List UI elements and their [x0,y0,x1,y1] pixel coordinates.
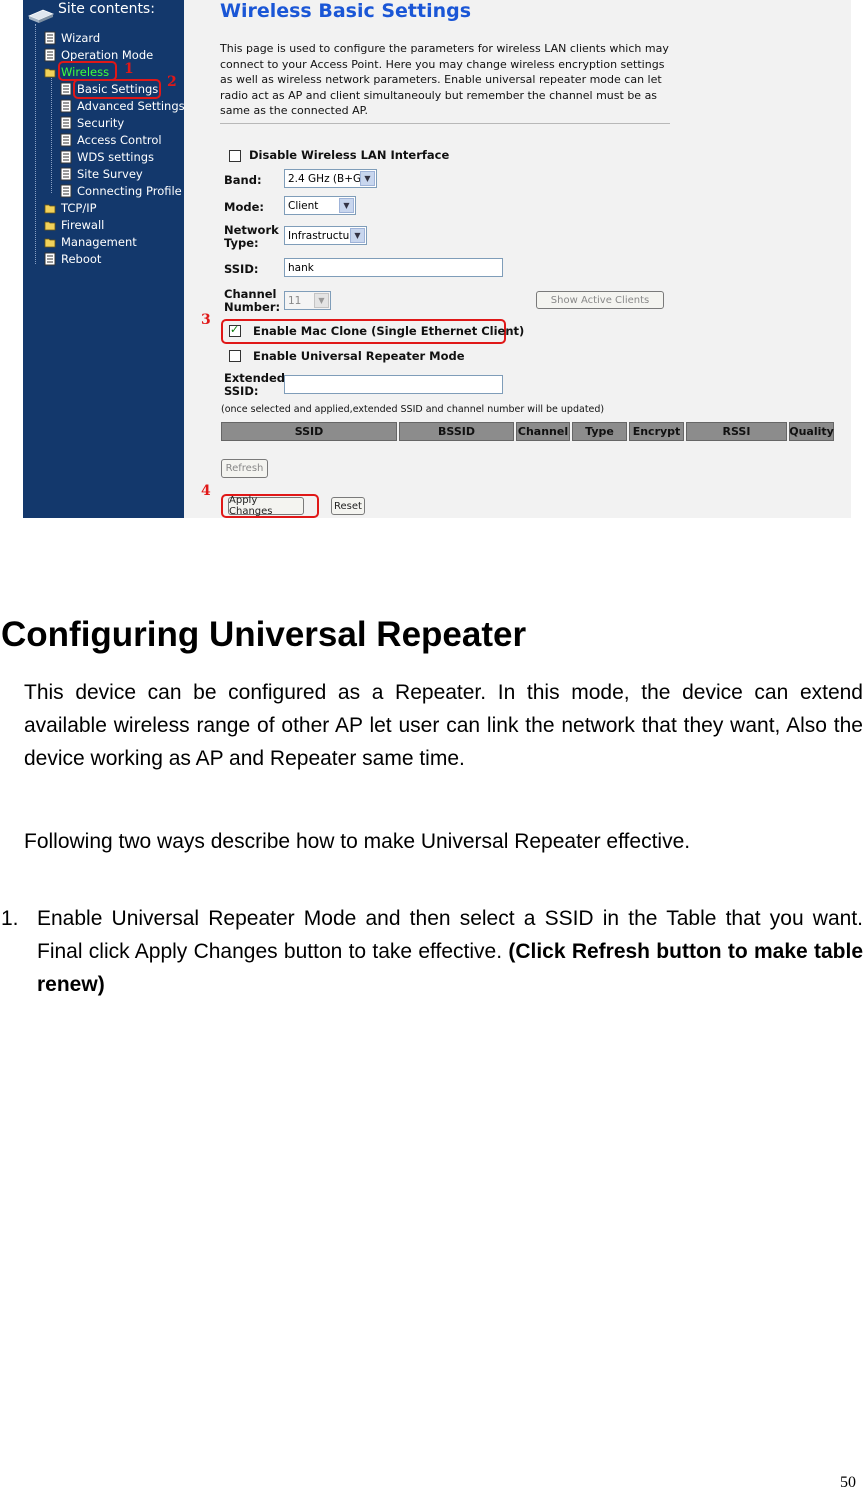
sidebar-item-tcpip[interactable]: TCP/IP [44,200,97,216]
sidebar-item-label: TCP/IP [61,201,97,215]
page-icon [44,31,56,45]
page-icon [60,167,72,181]
network-type-label-line2: Type: [224,236,259,250]
open-folder-icon [44,68,56,78]
channel-select[interactable]: 11 ▼ [284,291,331,310]
callout-number-4: 4 [201,483,211,499]
sidebar-item-firewall[interactable]: Firewall [44,217,104,233]
page-icon [44,252,56,266]
refresh-button[interactable]: Refresh [221,459,268,478]
sidebar-item-label: Security [77,116,125,130]
col-rssi: RSSI [686,422,787,441]
sidebar-item-advanced-settings[interactable]: Advanced Settings [60,98,185,114]
mac-clone-checkbox[interactable] [229,323,241,337]
col-quality: Quality [789,422,834,441]
sidebar-item-wizard[interactable]: Wizard [44,30,100,46]
chevron-down-icon: ▼ [339,198,354,213]
show-active-clients-button[interactable]: Show Active Clients [536,291,664,309]
site-survey-table-header: SSID BSSID Channel Type Encrypt RSSI Qua… [221,422,834,441]
folder-icon [44,238,56,248]
sidebar-item-label: Management [61,235,137,249]
channel-label: Channel Number: [224,288,280,314]
extended-ssid-label-line2: SSID: [224,384,259,398]
extended-ssid-label: Extended SSID: [224,372,285,398]
sidebar-item-connecting-profile[interactable]: Connecting Profile [60,183,182,199]
callout-number-3: 3 [201,312,211,328]
mode-select[interactable]: Client ▼ [284,196,356,215]
channel-value: 11 [288,294,302,307]
sidebar-item-label: Reboot [61,252,102,266]
col-ssid: SSID [221,422,397,441]
sidebar-title: Site contents: [58,1,155,17]
col-encrypt: Encrypt [629,422,684,441]
chevron-down-icon: ▼ [314,293,329,308]
chevron-down-icon: ▼ [360,171,375,186]
network-type-select[interactable]: Infrastructure ▼ [284,226,367,245]
chevron-down-icon: ▼ [350,228,365,243]
mac-clone-label: Enable Mac Clone (Single Ethernet Client… [253,324,525,338]
step-1-body: Enable Universal Repeater Mode and then … [37,902,863,1001]
extended-ssid-note: (once selected and applied,extended SSID… [221,404,605,415]
page-icon [60,184,72,198]
sidebar-item-label: WDS settings [77,150,155,164]
computer-icon [27,9,55,23]
col-bssid: BSSID [399,422,514,441]
sidebar-item-management[interactable]: Management [44,234,137,250]
ssid-input[interactable]: hank [284,258,503,277]
sidebar-item-label: Wizard [61,31,101,45]
sidebar-item-label: Advanced Settings [77,99,185,113]
sidebar-item-label: Site Survey [77,167,143,181]
col-channel: Channel [516,422,570,441]
sidebar-item-site-survey[interactable]: Site Survey [60,166,143,182]
network-type-label: Network Type: [224,224,279,250]
callout-box-basic-settings [73,79,161,99]
page-icon [60,116,72,130]
router-screenshot: Site contents: Wizard Operation Mode Wir… [23,0,851,518]
sidebar-item-wds-settings[interactable]: WDS settings [60,149,154,165]
mode-value: Client [288,199,319,212]
section-heading: Configuring Universal Repeater [1,615,527,654]
page-icon [60,99,72,113]
channel-label-line2: Number: [224,300,281,314]
extended-ssid-input[interactable] [284,375,503,394]
disable-wlan-checkbox[interactable] [229,150,241,162]
ssid-label: SSID: [224,262,259,276]
universal-repeater-checkbox[interactable] [229,350,241,362]
page-number: 50 [840,1474,856,1491]
page-icon [60,150,72,164]
band-value: 2.4 GHz (B+G) [288,172,366,185]
reset-button[interactable]: Reset [331,497,365,515]
page-icon [60,82,72,96]
sidebar-item-security[interactable]: Security [60,115,124,131]
sidebar: Site contents: Wizard Operation Mode Wir… [23,0,185,518]
page-title: Wireless Basic Settings [220,0,472,22]
apply-changes-button[interactable]: Apply Changes [228,495,304,517]
intro-paragraph: This device can be configured as a Repea… [24,681,863,770]
universal-repeater-label: Enable Universal Repeater Mode [253,349,465,363]
folder-icon [44,221,56,231]
page-description: This page is used to configure the param… [220,42,669,117]
page-icon [44,48,56,62]
step-1-number: 1. [1,907,19,930]
callout-box-wireless [58,61,117,81]
main-panel: Wireless Basic Settings This page is use… [184,0,851,518]
mode-label: Mode: [224,200,264,214]
sidebar-item-label: Access Control [77,133,162,147]
divider [220,123,670,124]
sidebar-item-access-control[interactable]: Access Control [60,132,162,148]
band-label: Band: [224,173,262,187]
folder-icon [44,204,56,214]
band-select[interactable]: 2.4 GHz (B+G) ▼ [284,169,377,188]
disable-wlan-label: Disable Wireless LAN Interface [249,148,450,162]
sidebar-item-label: Operation Mode [61,48,154,62]
ways-paragraph: Following two ways describe how to make … [24,830,691,853]
sidebar-item-label: Firewall [61,218,105,232]
callout-number-1: 1 [124,61,134,77]
page-icon [60,133,72,147]
sidebar-item-reboot[interactable]: Reboot [44,251,101,267]
sidebar-item-label: Connecting Profile [77,184,182,198]
col-type: Type [572,422,627,441]
callout-number-2: 2 [167,74,177,90]
